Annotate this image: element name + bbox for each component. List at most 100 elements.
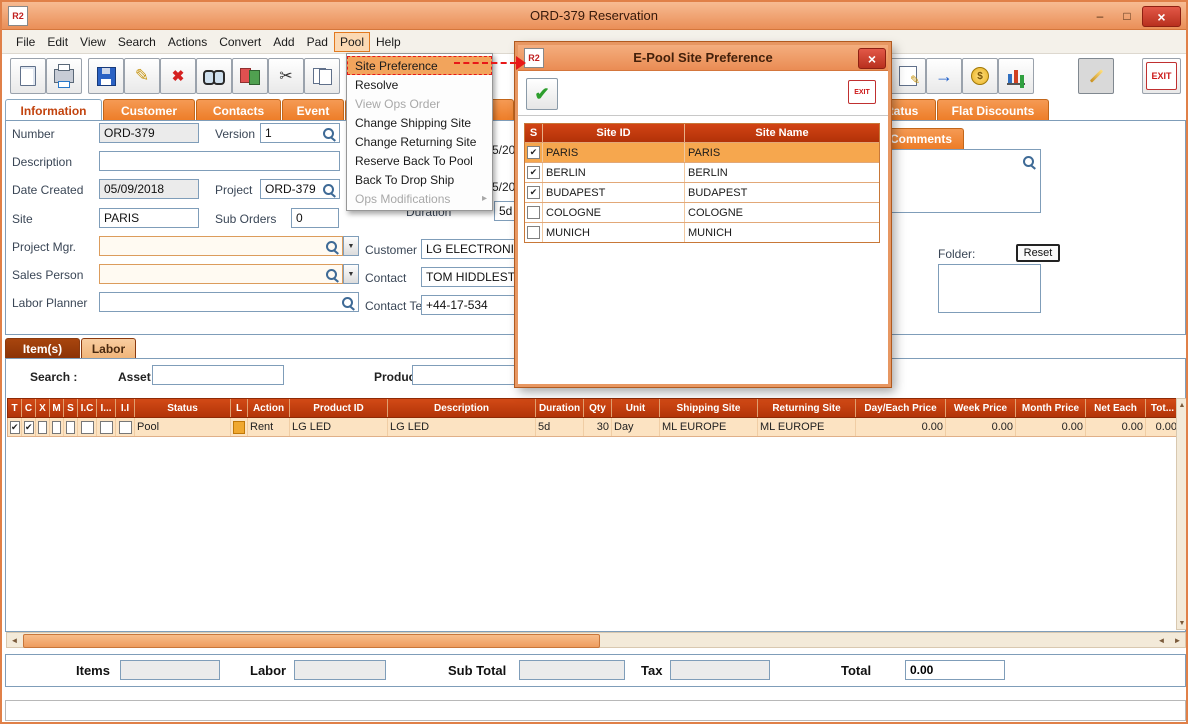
- checkbox-m[interactable]: [52, 421, 61, 434]
- checkbox-c[interactable]: ✔: [24, 421, 34, 434]
- tab-information[interactable]: Information: [5, 99, 102, 121]
- site-checkbox[interactable]: ✔: [527, 146, 540, 159]
- cell-net-each[interactable]: 0.00: [1086, 418, 1146, 436]
- col-header-site-name[interactable]: Site Name: [685, 124, 879, 142]
- cell-qty[interactable]: 30: [584, 418, 612, 436]
- cell-check-c[interactable]: ✔: [22, 418, 36, 436]
- cell-check[interactable]: [525, 203, 543, 222]
- col-header-action[interactable]: Action: [248, 399, 290, 417]
- tab-flat-discounts[interactable]: Flat Discounts: [937, 99, 1049, 121]
- cell-day-each-price[interactable]: 0.00: [856, 418, 946, 436]
- find-button[interactable]: [196, 58, 232, 94]
- cell-description[interactable]: LG LED: [388, 418, 536, 436]
- col-header-m[interactable]: M: [50, 399, 64, 417]
- sales-person-search-icon[interactable]: [326, 269, 337, 280]
- cell-check-x[interactable]: [36, 418, 50, 436]
- checkbox-ii[interactable]: [119, 421, 132, 434]
- tab-labor[interactable]: Labor: [81, 338, 136, 359]
- close-button[interactable]: ×: [1142, 6, 1181, 27]
- dialog-close-button[interactable]: ×: [858, 48, 886, 69]
- delete-button[interactable]: ✖: [160, 58, 196, 94]
- col-header-unit[interactable]: Unit: [612, 399, 660, 417]
- col-header-qty[interactable]: Qty: [584, 399, 612, 417]
- col-header-net-each[interactable]: Net Each: [1086, 399, 1146, 417]
- table-row[interactable]: ✔ ✔ Pool Rent LG LED LG LED 5d 30 Day ML…: [7, 418, 1177, 437]
- col-header-tot[interactable]: Tot...: [1146, 399, 1179, 417]
- cell-check-ic[interactable]: [78, 418, 97, 436]
- col-header-t[interactable]: T: [8, 399, 22, 417]
- col-header-description[interactable]: Description: [388, 399, 536, 417]
- cell-site-id[interactable]: BUDAPEST: [543, 183, 685, 202]
- folder-box[interactable]: [938, 264, 1041, 313]
- cell-month-price[interactable]: 0.00: [1016, 418, 1086, 436]
- version-search-icon[interactable]: [323, 128, 334, 139]
- col-header-month-price[interactable]: Month Price: [1016, 399, 1086, 417]
- dialog-exit-button[interactable]: EXIT: [848, 80, 876, 104]
- cell-tot[interactable]: 0.00: [1146, 418, 1179, 436]
- save-button[interactable]: [88, 58, 124, 94]
- exit-button[interactable]: EXIT: [1142, 58, 1181, 94]
- col-header-select[interactable]: S: [525, 124, 543, 142]
- project-search-icon[interactable]: [323, 184, 334, 195]
- cell-action[interactable]: Rent: [248, 418, 290, 436]
- site-row-paris[interactable]: ✔ PARIS PARIS: [525, 142, 879, 162]
- print-button[interactable]: [46, 58, 82, 94]
- horizontal-scrollbar[interactable]: ◄ ◄ ►: [6, 632, 1186, 648]
- cell-site-id[interactable]: COLOGNE: [543, 203, 685, 222]
- new-button[interactable]: [10, 58, 46, 94]
- site-checkbox[interactable]: ✔: [527, 186, 540, 199]
- sales-person-field[interactable]: [99, 264, 343, 284]
- site-checkbox[interactable]: [527, 226, 540, 239]
- scroll-left-icon[interactable]: ◄: [7, 633, 22, 647]
- menu-help[interactable]: Help: [370, 32, 407, 52]
- cell-check[interactable]: ✔: [525, 163, 543, 182]
- menu-search[interactable]: Search: [112, 32, 162, 52]
- report-button[interactable]: [998, 58, 1034, 94]
- scroll-left2-icon[interactable]: ◄: [1154, 633, 1169, 647]
- cell-shipping-site[interactable]: ML EUROPE: [660, 418, 758, 436]
- dialog-confirm-button[interactable]: ✔: [526, 78, 558, 110]
- cell-site-name[interactable]: MUNICH: [685, 223, 879, 242]
- wizard-button[interactable]: [1078, 58, 1114, 94]
- tab-contacts[interactable]: Contacts: [196, 99, 281, 121]
- menu-pad[interactable]: Pad: [301, 32, 334, 52]
- vertical-scrollbar[interactable]: ▲ ▼: [1176, 398, 1188, 630]
- cell-site-id[interactable]: BERLIN: [543, 163, 685, 182]
- cell-site-id[interactable]: MUNICH: [543, 223, 685, 242]
- col-header-shipping-site[interactable]: Shipping Site: [660, 399, 758, 417]
- col-header-day-each-price[interactable]: Day/Each Price: [856, 399, 946, 417]
- cell-site-name[interactable]: BERLIN: [685, 163, 879, 182]
- scroll-up-icon[interactable]: ▲: [1177, 399, 1187, 411]
- site-row-cologne[interactable]: COLOGNE COLOGNE: [525, 202, 879, 222]
- labor-planner-search-icon[interactable]: [342, 297, 353, 308]
- menu-item-resolve[interactable]: Resolve: [347, 75, 492, 94]
- version-field[interactable]: 1: [260, 123, 340, 143]
- edit-button[interactable]: ✎: [124, 58, 160, 94]
- cell-duration[interactable]: 5d: [536, 418, 584, 436]
- col-header-idot[interactable]: I...: [97, 399, 116, 417]
- cell-check[interactable]: ✔: [525, 183, 543, 202]
- cell-product-id[interactable]: LG LED: [290, 418, 388, 436]
- col-header-site-id[interactable]: Site ID: [543, 124, 685, 142]
- col-header-returning-site[interactable]: Returning Site: [758, 399, 856, 417]
- cell-week-price[interactable]: 0.00: [946, 418, 1016, 436]
- cell-site-name[interactable]: COLOGNE: [685, 203, 879, 222]
- description-field[interactable]: [99, 151, 340, 171]
- checkbox-t[interactable]: ✔: [10, 421, 20, 434]
- project-field[interactable]: ORD-379: [260, 179, 340, 199]
- forward-button[interactable]: →: [926, 58, 962, 94]
- checkbox-ic[interactable]: [81, 421, 94, 434]
- col-header-ii[interactable]: I.I: [116, 399, 135, 417]
- scrollbar-thumb[interactable]: [23, 634, 600, 648]
- cell-check[interactable]: ✔: [525, 143, 543, 162]
- comments-box[interactable]: [873, 149, 1041, 213]
- col-header-product-id[interactable]: Product ID: [290, 399, 388, 417]
- sub-orders-field[interactable]: 0: [291, 208, 339, 228]
- pricing-button[interactable]: $: [962, 58, 998, 94]
- menu-item-change-returning-site[interactable]: Change Returning Site: [347, 132, 492, 151]
- maximize-button[interactable]: □: [1114, 6, 1140, 25]
- comments-search-icon[interactable]: [1023, 156, 1034, 167]
- cell-returning-site[interactable]: ML EUROPE: [758, 418, 856, 436]
- project-mgr-dropdown[interactable]: ▼: [343, 236, 359, 256]
- notes-button[interactable]: ✎: [890, 58, 926, 94]
